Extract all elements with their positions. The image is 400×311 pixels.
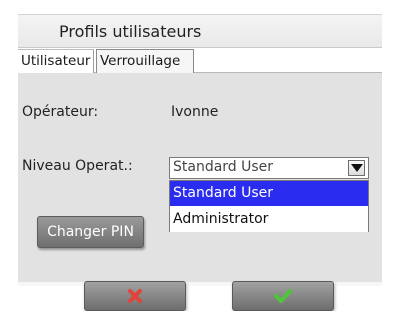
level-label: Niveau Operat.: [22,158,133,174]
level-dropdown-list: Standard User Administrator [169,180,369,232]
option-administrator[interactable]: Administrator [170,207,368,232]
title-bar: Profils utilisateurs [18,14,382,48]
chevron-down-icon [351,164,363,172]
confirm-button[interactable] [232,281,334,311]
tab-verrouillage[interactable]: Verrouillage [96,49,194,73]
level-select[interactable]: Standard User [169,157,369,179]
page-title: Profils utilisateurs [59,22,202,41]
cancel-button[interactable] [84,281,186,311]
operator-value: Ivonne [171,104,219,120]
change-pin-button[interactable]: Changer PIN [37,216,144,248]
level-select-value: Standard User [173,159,274,175]
tab-utilisateur[interactable]: Utilisateur [18,49,95,73]
green-check-icon [274,289,292,303]
red-x-icon [128,289,142,303]
tab-bar: Utilisateur Verrouillage [18,49,382,73]
option-standard-user[interactable]: Standard User [170,181,368,206]
screen: Profils utilisateurs Utilisateur Verroui… [18,14,382,311]
dropdown-arrow-button[interactable] [348,160,365,176]
operator-label: Opérateur: [22,104,99,120]
user-profile-panel: Opérateur: Ivonne Niveau Operat.: Standa… [18,73,382,282]
